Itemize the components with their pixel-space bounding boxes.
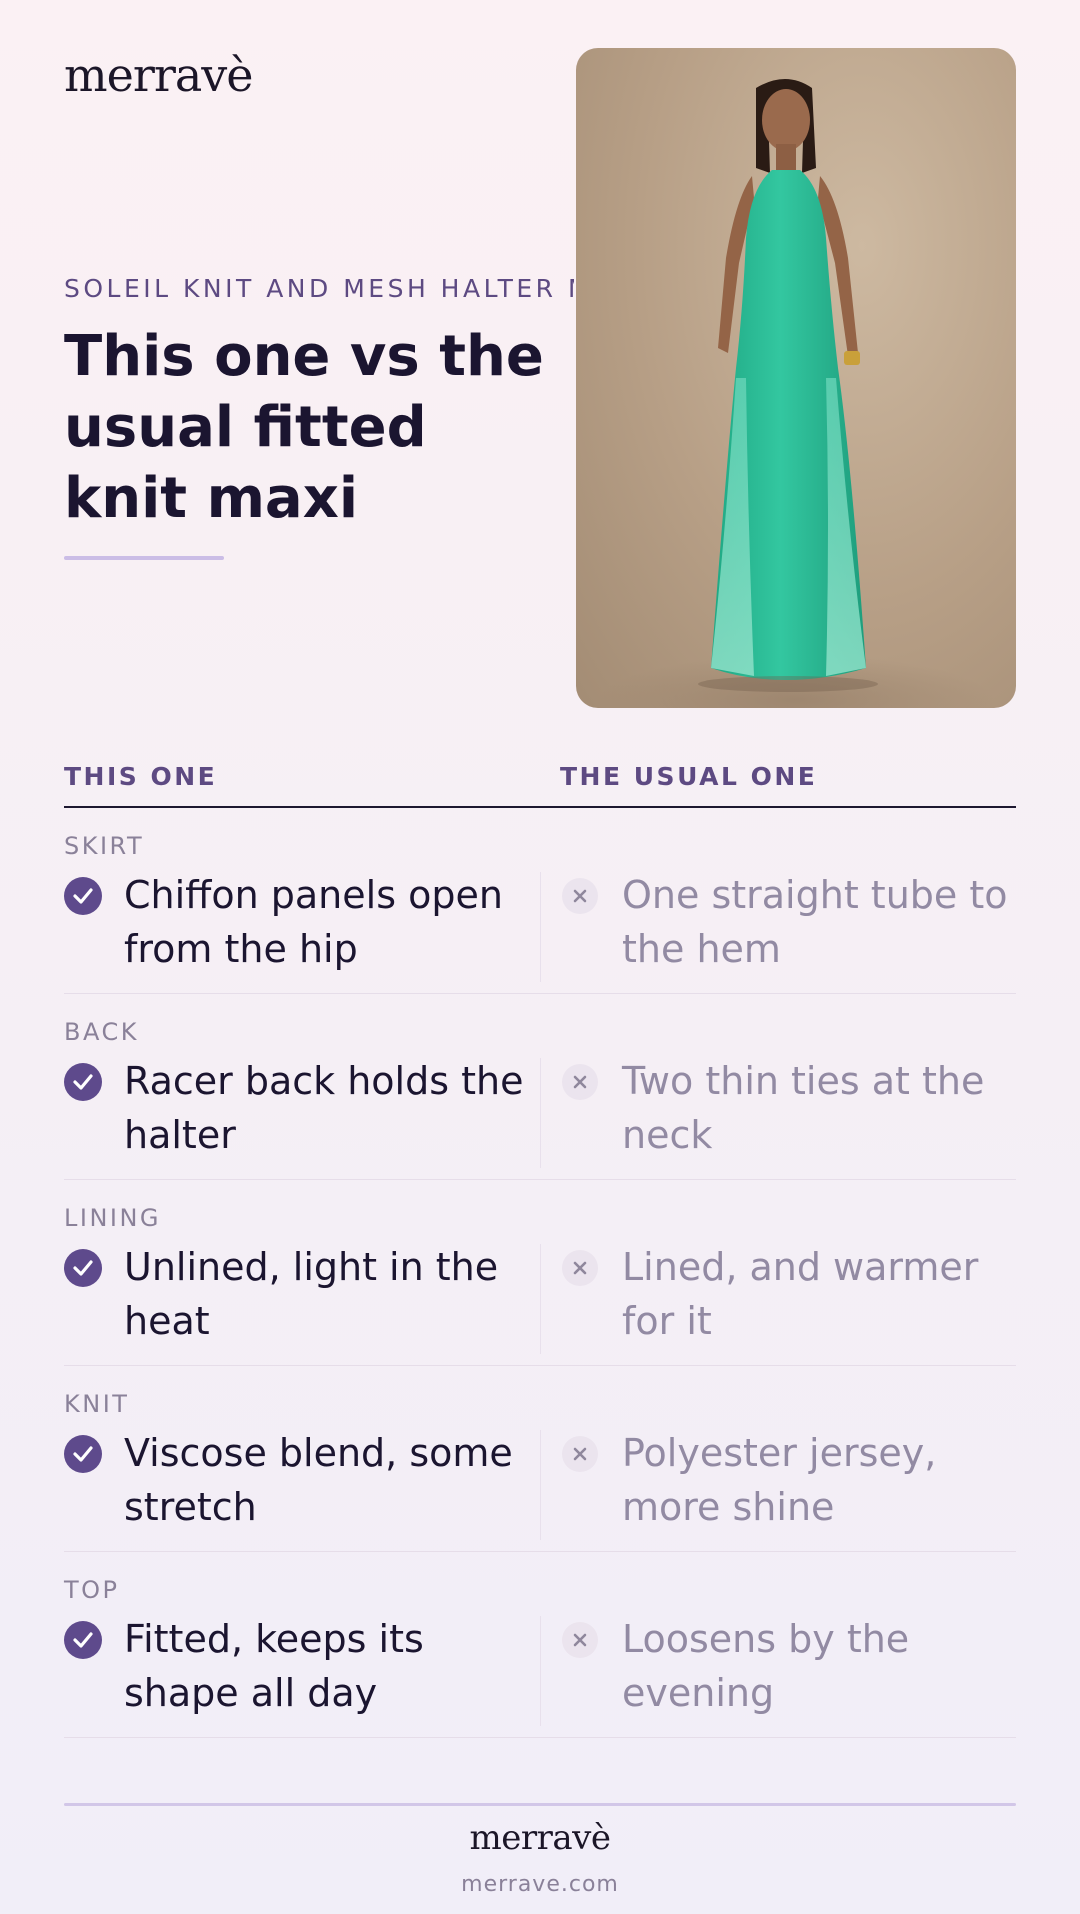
accent-divider [64, 556, 224, 560]
x-circle-icon [562, 1436, 598, 1472]
usual-one-cell: Two thin ties at the neck [560, 1054, 1016, 1162]
this-one-text: Unlined, light in the heat [124, 1245, 499, 1343]
table-row: SKIRT Chiffon panels open from the hip O… [64, 808, 1016, 994]
check-circle-icon [64, 877, 102, 915]
x-circle-icon [562, 1064, 598, 1100]
x-circle-icon [562, 878, 598, 914]
page-title: This one vs the usual fitted knit maxi [64, 324, 544, 531]
table-row: KNIT Viscose blend, some stretch Polyest… [64, 1366, 1016, 1552]
column-divider [540, 1616, 541, 1726]
row-label: KNIT [64, 1390, 130, 1418]
this-one-text: Fitted, keeps its shape all day [124, 1617, 424, 1715]
usual-one-cell: Lined, and warmer for it [560, 1240, 1016, 1348]
check-circle-icon [64, 1249, 102, 1287]
footer-divider [64, 1803, 1016, 1806]
usual-one-cell: Polyester jersey, more shine [560, 1426, 1016, 1534]
this-one-cell: Fitted, keeps its shape all day [64, 1612, 540, 1720]
column-header-this-one: THIS ONE [64, 762, 218, 791]
row-label: SKIRT [64, 832, 145, 860]
table-row: TOP Fitted, keeps its shape all day Loos… [64, 1552, 1016, 1738]
column-divider [540, 1430, 541, 1540]
row-label: TOP [64, 1576, 120, 1604]
check-circle-icon [64, 1435, 102, 1473]
this-one-text: Viscose blend, some stretch [124, 1431, 513, 1529]
column-divider [540, 1244, 541, 1354]
column-divider [540, 1058, 541, 1168]
row-label: BACK [64, 1018, 139, 1046]
usual-one-text: Lined, and warmer for it [622, 1245, 979, 1343]
hero-text: SOLEIL KNIT AND MESH HALTER MAXI This on… [64, 274, 574, 560]
column-divider [540, 872, 541, 982]
usual-one-text: One straight tube to the hem [622, 873, 1008, 971]
this-one-cell: Chiffon panels open from the hip [64, 868, 540, 976]
comparison-table: THIS ONE THE USUAL ONE SKIRT Chiffon pan… [64, 758, 1016, 1738]
this-one-cell: Racer back holds the halter [64, 1054, 540, 1162]
usual-one-cell: One straight tube to the hem [560, 868, 1016, 976]
check-circle-icon [64, 1063, 102, 1101]
usual-one-cell: Loosens by the evening [560, 1612, 1016, 1720]
row-label: LINING [64, 1204, 162, 1232]
this-one-text: Chiffon panels open from the hip [124, 873, 503, 971]
x-circle-icon [562, 1622, 598, 1658]
table-row: BACK Racer back holds the halter Two thi… [64, 994, 1016, 1180]
table-row: LINING Unlined, light in the heat Lined,… [64, 1180, 1016, 1366]
check-circle-icon [64, 1621, 102, 1659]
x-circle-icon [562, 1250, 598, 1286]
usual-one-text: Two thin ties at the neck [622, 1059, 985, 1157]
footer-url-link[interactable]: merrave.com [0, 1872, 1080, 1897]
this-one-cell: Viscose blend, some stretch [64, 1426, 540, 1534]
model-in-dress-image [576, 79, 1016, 708]
brand-logo[interactable]: merravè [64, 48, 253, 102]
this-one-text: Racer back holds the halter [124, 1059, 524, 1157]
product-name: SOLEIL KNIT AND MESH HALTER MAXI [64, 274, 574, 303]
footer-logo[interactable]: merravè [0, 1818, 1080, 1858]
table-header: THIS ONE THE USUAL ONE [64, 758, 1016, 808]
column-header-usual-one: THE USUAL ONE [560, 762, 818, 791]
product-photo [576, 48, 1016, 708]
this-one-cell: Unlined, light in the heat [64, 1240, 540, 1348]
usual-one-text: Polyester jersey, more shine [622, 1431, 937, 1529]
usual-one-text: Loosens by the evening [622, 1617, 910, 1715]
